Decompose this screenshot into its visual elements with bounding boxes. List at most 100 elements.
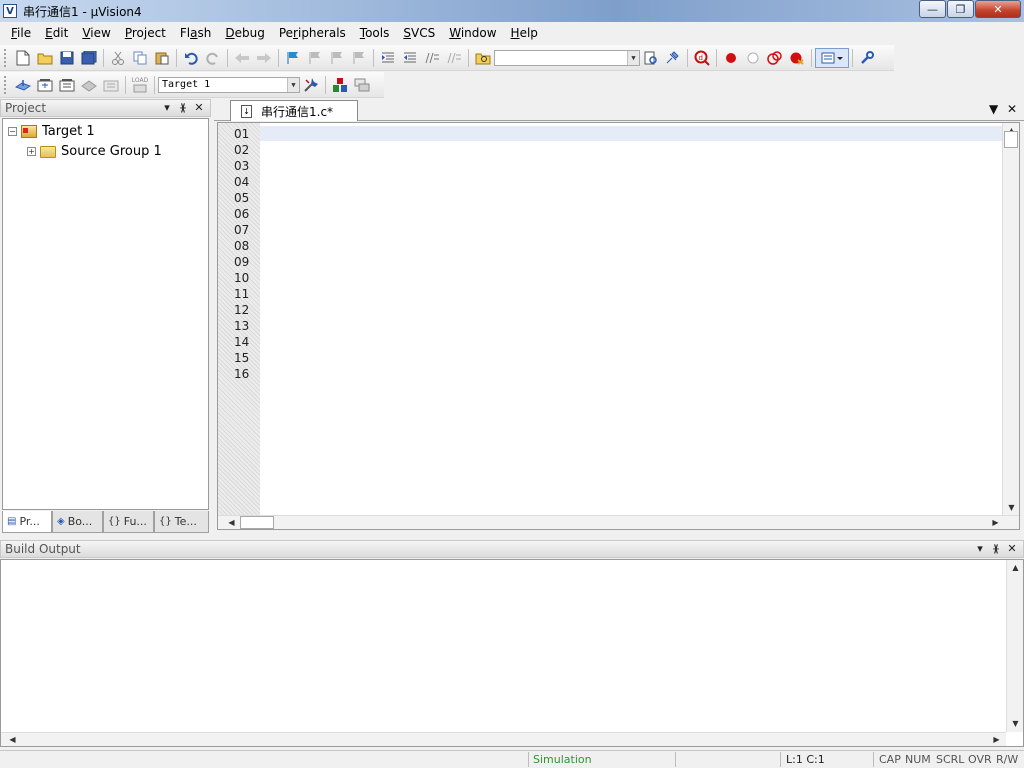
incremental-find-icon[interactable] (640, 48, 662, 68)
indent-icon[interactable] (377, 48, 399, 68)
enable-breakpoint-icon[interactable] (742, 48, 764, 68)
scroll-left-icon[interactable]: ◀ (5, 733, 20, 746)
expand-icon[interactable]: + (27, 147, 36, 156)
cut-icon[interactable] (107, 48, 129, 68)
editor-horizontal-scrollbar[interactable]: ◀ ▶ (218, 515, 1019, 529)
menu-view[interactable]: View (75, 26, 117, 40)
insert-breakpoint-icon[interactable] (720, 48, 742, 68)
menu-debug[interactable]: Debug (218, 26, 271, 40)
configure-wrench-icon[interactable] (856, 48, 878, 68)
insert-bookmark-icon[interactable] (282, 48, 304, 68)
scroll-down-icon[interactable]: ▼ (1004, 501, 1019, 514)
horizontal-scroll-thumb[interactable] (240, 516, 274, 529)
clear-bookmarks-icon[interactable] (348, 48, 370, 68)
toolbar-separator (687, 48, 688, 67)
output-vertical-scrollbar[interactable]: ▲ ▼ (1006, 560, 1023, 732)
target-select[interactable]: Target 1 ▼ (158, 76, 300, 93)
panel-dropdown-icon[interactable]: ▾ (972, 542, 988, 555)
uncomment-icon[interactable] (443, 48, 465, 68)
save-all-icon[interactable] (78, 48, 100, 68)
download-load-icon[interactable]: LOAD (129, 75, 151, 95)
panel-dropdown-icon[interactable]: ▾ (159, 101, 175, 114)
menu-tools[interactable]: Tools (353, 26, 397, 40)
chevron-down-icon[interactable]: ▼ (627, 50, 639, 65)
editor-vertical-scrollbar[interactable]: ▲ ▼ (1002, 123, 1019, 515)
build-output-text[interactable]: ▲ ▼ ◀ ▶ (0, 559, 1024, 747)
navigate-back-icon[interactable] (231, 48, 253, 68)
save-icon[interactable] (56, 48, 78, 68)
batch-build-icon[interactable] (78, 75, 100, 95)
navigate-forward-icon[interactable] (253, 48, 275, 68)
disable-all-breakpoints-icon[interactable] (764, 48, 786, 68)
close-icon[interactable]: ✕ (191, 101, 207, 114)
menu-svcs[interactable]: SVCS (396, 26, 442, 40)
toolbar-grip[interactable] (4, 75, 9, 94)
tab-books[interactable]: ◈ Bo... (52, 511, 103, 533)
translate-icon[interactable] (12, 75, 34, 95)
tab-editor-file[interactable]: ↓ 串行通信1.c* (230, 100, 358, 121)
redo-icon[interactable] (202, 48, 224, 68)
window-layout-icon[interactable] (815, 47, 849, 68)
undo-icon[interactable] (180, 48, 202, 68)
menu-peripherals[interactable]: Peripherals (272, 26, 353, 40)
copy-icon[interactable] (129, 48, 151, 68)
previous-bookmark-icon[interactable] (304, 48, 326, 68)
tree-item-target[interactable]: − Target 1 (8, 124, 95, 139)
chevron-down-icon[interactable]: ▼ (287, 77, 299, 92)
tab-templates[interactable]: {} Te... (154, 511, 209, 533)
output-horizontal-scrollbar[interactable]: ◀ ▶ (1, 732, 1006, 746)
unindent-icon[interactable] (399, 48, 421, 68)
build-output-controls: ▾ ᚕ ✕ (972, 542, 1020, 555)
select-packs-icon[interactable] (351, 75, 373, 95)
scroll-right-icon[interactable]: ▶ (988, 516, 1003, 529)
editor-close-icon[interactable]: ✕ (1007, 102, 1017, 116)
restore-button[interactable]: ❐ (947, 0, 974, 18)
code-editor[interactable]: 01 02 03 04 05 06 07 08 09 10 11 12 13 1… (217, 122, 1020, 530)
build-icon[interactable] (34, 75, 56, 95)
rebuild-icon[interactable] (56, 75, 78, 95)
tree-item-target-label: Target 1 (42, 124, 95, 139)
toolbar-grip[interactable] (4, 48, 9, 67)
pin-icon[interactable]: ᚕ (175, 101, 191, 114)
start-debug-icon[interactable]: d (691, 48, 713, 68)
editor-tab-label: 串行通信1.c* (261, 104, 334, 119)
scroll-left-icon[interactable]: ◀ (224, 516, 239, 529)
target-options-icon[interactable] (300, 75, 322, 95)
menu-help[interactable]: Help (504, 26, 545, 40)
menu-project[interactable]: Project (118, 26, 173, 40)
tab-project[interactable]: ▤ Pr... (2, 511, 52, 533)
stop-build-icon[interactable] (100, 75, 122, 95)
editor-dropdown-icon[interactable]: ▼ (989, 102, 998, 116)
window-controls: — ❐ ✕ (918, 0, 1021, 18)
find-combo[interactable]: ▼ (494, 49, 640, 66)
close-icon[interactable]: ✕ (1004, 542, 1020, 555)
next-bookmark-icon[interactable] (326, 48, 348, 68)
menu-flash[interactable]: Flash (173, 26, 218, 40)
vertical-scroll-thumb[interactable] (1004, 131, 1018, 148)
scroll-up-icon[interactable]: ▲ (1008, 561, 1023, 574)
paste-icon[interactable] (151, 48, 173, 68)
window-title: 串行通信1 - μVision4 (23, 4, 142, 19)
open-folder-icon[interactable] (34, 48, 56, 68)
menu-window[interactable]: Window (442, 26, 503, 40)
pin-icon[interactable]: ᚕ (988, 542, 1004, 555)
scroll-down-icon[interactable]: ▼ (1008, 717, 1023, 730)
comment-icon[interactable] (421, 48, 443, 68)
minimize-button[interactable]: — (919, 0, 946, 18)
close-button[interactable]: ✕ (975, 0, 1021, 18)
tree-item-source-group[interactable]: + Source Group 1 (27, 144, 162, 159)
new-file-icon[interactable] (12, 48, 34, 68)
manage-components-icon[interactable] (329, 75, 351, 95)
browse-symbols-icon[interactable] (662, 48, 684, 68)
find-in-files-icon[interactable] (472, 48, 494, 68)
collapse-icon[interactable]: − (8, 127, 17, 136)
toolbar-separator (325, 75, 326, 94)
scroll-right-icon[interactable]: ▶ (989, 733, 1004, 746)
toolbar-separator (278, 48, 279, 67)
uvision-app-icon[interactable]: V (3, 4, 17, 18)
menu-edit[interactable]: Edit (38, 26, 75, 40)
kill-all-breakpoints-icon[interactable] (786, 48, 808, 68)
tab-functions[interactable]: {} Fu... (103, 511, 154, 533)
folder-icon (40, 145, 56, 158)
menu-file[interactable]: File (4, 26, 38, 40)
